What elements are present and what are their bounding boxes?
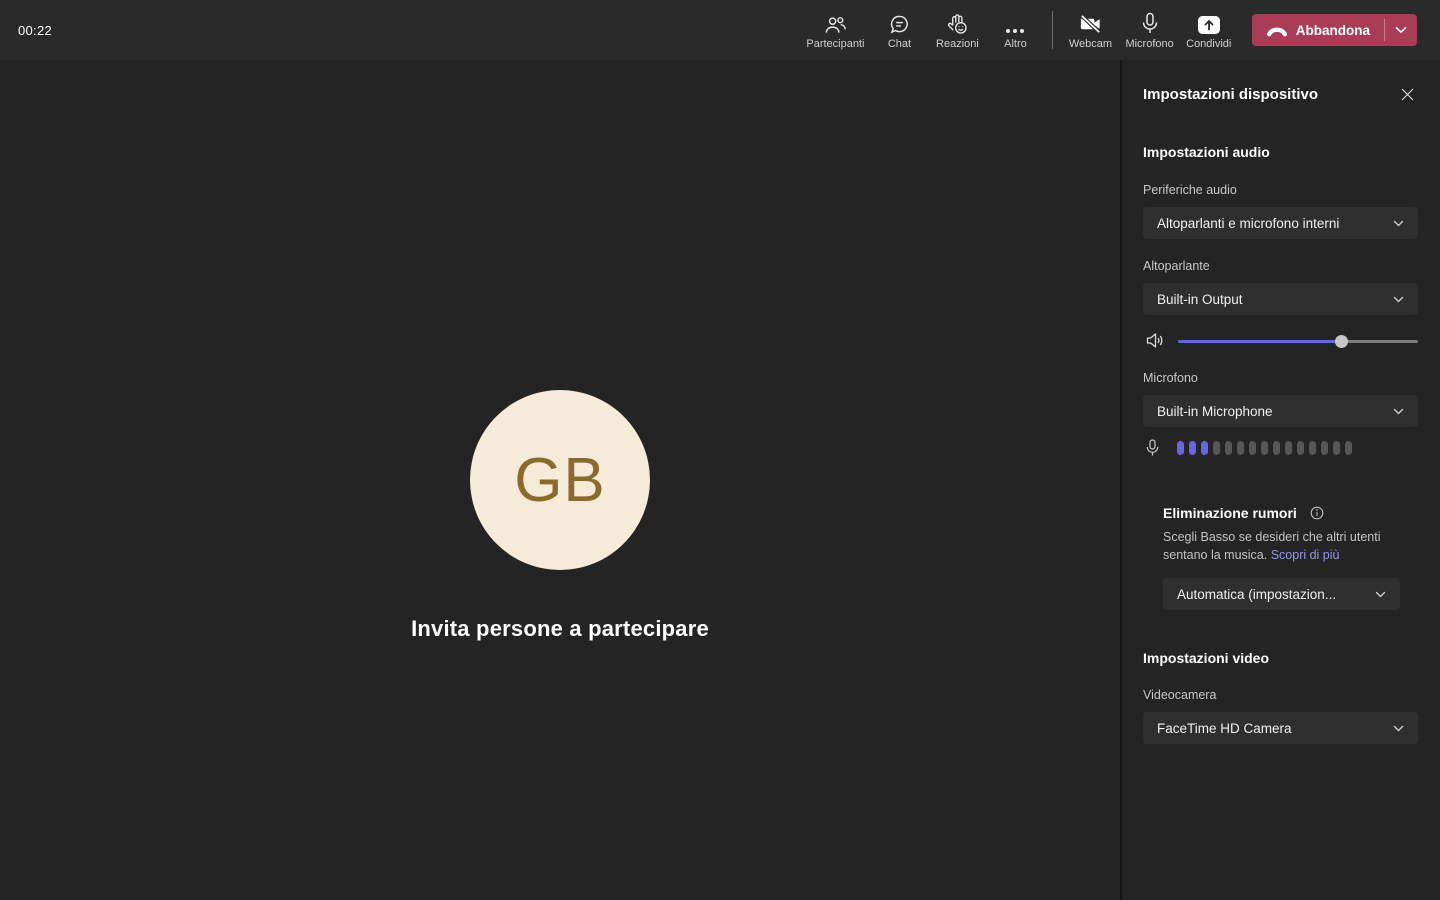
speaker-volume-icon <box>1146 332 1168 349</box>
toolbar-divider <box>1052 11 1054 49</box>
camera-value: FaceTime HD Camera <box>1157 720 1292 736</box>
audio-devices-select[interactable]: Altoparlanti e microfono interni <box>1143 207 1418 239</box>
noise-suppression-description: Scegli Basso se desideri che altri utent… <box>1163 528 1393 564</box>
mic-level-bar <box>1177 441 1184 455</box>
mic-level-bar <box>1261 441 1268 455</box>
microphone-value: Built-in Microphone <box>1157 403 1273 419</box>
speaker-select[interactable]: Built-in Output <box>1143 283 1418 315</box>
leave-options-button[interactable] <box>1385 14 1417 46</box>
share-screen-icon <box>1197 11 1221 35</box>
mic-level-bar <box>1201 441 1208 455</box>
more-label: Altro <box>1004 37 1027 50</box>
mic-level-bar <box>1333 441 1340 455</box>
avatar: GB <box>470 390 650 570</box>
leave-button[interactable]: Abbandona <box>1252 14 1384 46</box>
chat-button[interactable]: Chat <box>870 0 928 60</box>
microphone-icon <box>1142 11 1158 35</box>
panel-title: Impostazioni dispositivo <box>1143 85 1319 103</box>
camera-label: Videocamera <box>1143 688 1217 702</box>
mic-level-bar <box>1213 441 1220 455</box>
mic-label: Microfono <box>1125 37 1174 50</box>
volume-slider-thumb[interactable] <box>1335 334 1349 348</box>
leave-split-button: Abbandona <box>1251 14 1417 46</box>
audio-devices-label: Periferiche audio <box>1143 183 1237 197</box>
participants-button[interactable]: Partecipanti <box>800 0 870 60</box>
more-button[interactable]: Altro <box>986 0 1044 60</box>
mic-level-bars <box>1177 441 1352 455</box>
mic-level-bar <box>1189 441 1196 455</box>
leave-label: Abbandona <box>1295 22 1370 38</box>
mic-level-bar <box>1345 441 1352 455</box>
noise-suppression-value: Automatica (impostazion... <box>1177 586 1337 602</box>
share-label: Condividi <box>1186 37 1232 50</box>
mic-level-meter <box>1143 439 1418 457</box>
mic-level-bar <box>1309 441 1316 455</box>
noise-suppression-heading: Eliminazione rumori <box>1163 505 1297 521</box>
camera-select[interactable]: FaceTime HD Camera <box>1143 712 1418 744</box>
webcam-off-icon <box>1078 11 1103 35</box>
avatar-initials: GB <box>514 445 606 515</box>
meeting-stage: GB Invita persone a partecipare <box>0 60 1122 900</box>
chat-label: Chat <box>887 37 912 50</box>
mic-level-bar <box>1225 441 1232 455</box>
reactions-label: Reazioni <box>936 37 979 50</box>
volume-slider-fill <box>1178 339 1342 343</box>
webcam-toggle-button[interactable]: Webcam <box>1061 0 1119 60</box>
mic-level-bar <box>1297 441 1304 455</box>
share-button[interactable]: Condividi <box>1180 0 1238 60</box>
meeting-toolbar: 00:22 Partecipanti Chat Reazioni Altro W… <box>0 0 1440 60</box>
mic-level-bar <box>1321 441 1328 455</box>
speaker-value: Built-in Output <box>1157 291 1243 307</box>
meeting-timer: 00:22 <box>18 22 53 38</box>
mic-level-bar <box>1273 441 1280 455</box>
volume-slider[interactable] <box>1178 334 1418 348</box>
microphone-select[interactable]: Built-in Microphone <box>1143 395 1418 427</box>
video-settings-heading: Impostazioni video <box>1143 650 1270 666</box>
reactions-button[interactable]: Reazioni <box>928 0 986 60</box>
close-panel-button[interactable] <box>1396 83 1418 105</box>
more-icon <box>1004 11 1026 35</box>
meeting-window: 00:22 Partecipanti Chat Reazioni Altro W… <box>0 0 1440 900</box>
mic-level-bar <box>1237 441 1244 455</box>
mic-level-bar <box>1285 441 1292 455</box>
mic-level-icon <box>1146 439 1168 457</box>
webcam-label: Webcam <box>1068 37 1113 50</box>
chevron-down-icon <box>1393 725 1404 731</box>
close-icon <box>1401 88 1413 100</box>
mic-toggle-button[interactable]: Microfono <box>1119 0 1179 60</box>
people-icon <box>824 11 847 35</box>
noise-suppression-select[interactable]: Automatica (impostazion... <box>1163 578 1400 610</box>
chevron-down-icon <box>1375 591 1386 597</box>
mic-level-bar <box>1249 441 1256 455</box>
invite-message: Invita persone a partecipare <box>411 616 709 641</box>
hangup-icon <box>1266 23 1288 37</box>
reactions-icon <box>946 11 969 35</box>
audio-settings-heading: Impostazioni audio <box>1143 144 1270 160</box>
chat-icon <box>889 11 910 35</box>
chevron-down-icon <box>1393 296 1404 302</box>
chevron-down-icon <box>1395 27 1407 33</box>
info-icon[interactable] <box>1310 506 1324 520</box>
audio-devices-value: Altoparlanti e microfono interni <box>1157 215 1340 231</box>
chevron-down-icon <box>1393 408 1404 414</box>
chevron-down-icon <box>1393 220 1404 226</box>
speaker-label: Altoparlante <box>1143 259 1210 273</box>
microphone-label: Microfono <box>1143 371 1198 385</box>
learn-more-link[interactable]: Scopri di più <box>1271 548 1340 562</box>
device-settings-panel: Impostazioni dispositivo Impostazioni au… <box>1122 60 1440 900</box>
participants-label: Partecipanti <box>806 37 865 50</box>
